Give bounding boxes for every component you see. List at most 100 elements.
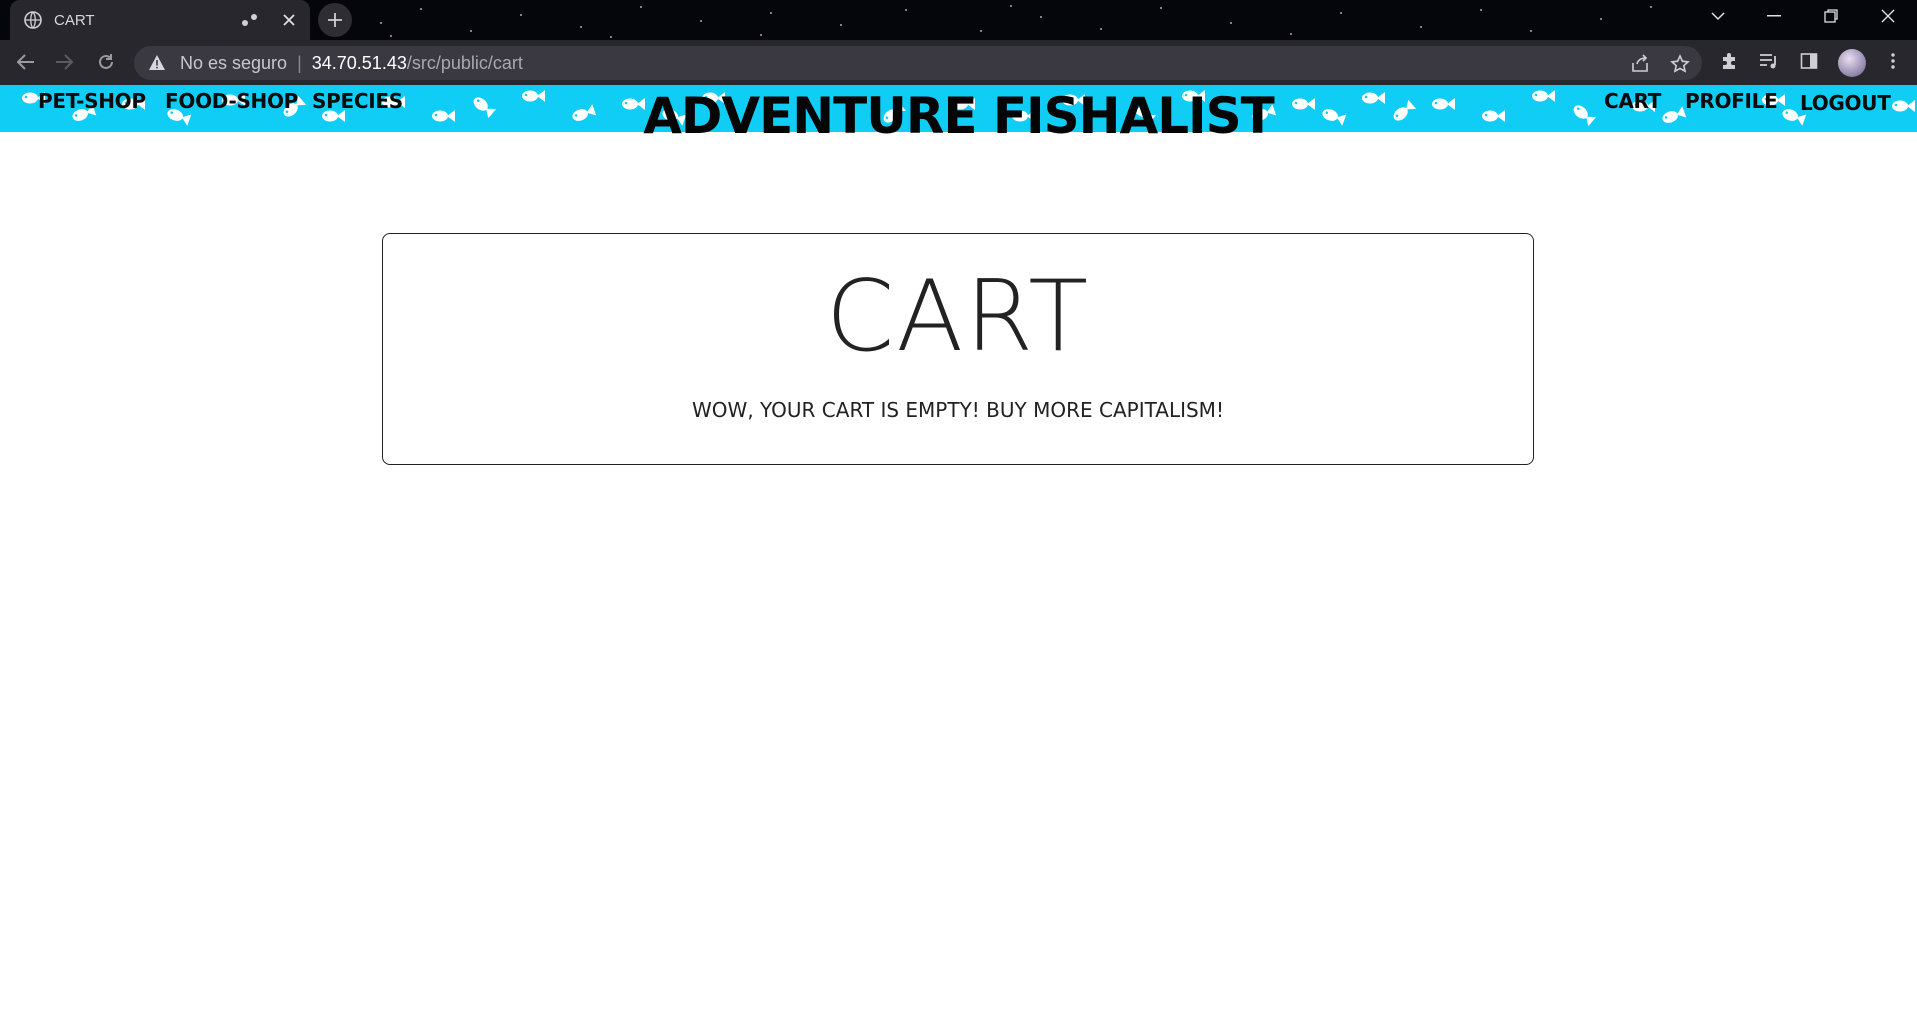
fish-decoration-icon: [1292, 98, 1315, 110]
fish-decoration-icon: [432, 110, 455, 122]
star-decoration: [520, 14, 522, 16]
star-decoration: [1040, 16, 1042, 18]
star-decoration: [1230, 22, 1232, 24]
fish-decoration-icon: [1012, 110, 1035, 122]
warning-icon[interactable]: [148, 54, 166, 72]
minimize-button[interactable]: [1746, 0, 1802, 32]
star-decoration: [640, 6, 642, 8]
star-decoration: [580, 26, 582, 28]
reload-button[interactable]: [94, 50, 118, 74]
star-decoration: [420, 8, 422, 10]
fish-decoration-icon: [1532, 90, 1555, 102]
security-label[interactable]: No es seguro: [180, 53, 287, 74]
star-decoration: [770, 12, 772, 14]
fish-decoration-icon: [952, 98, 975, 110]
fish-decoration-icon: [1322, 109, 1347, 126]
nav-logout[interactable]: LOGOUT: [1800, 91, 1891, 115]
fish-decoration-icon: [1662, 106, 1687, 123]
kebab-menu-icon: [1891, 53, 1895, 69]
arrow-left-icon: [16, 54, 34, 70]
fish-decoration-icon: [702, 92, 725, 104]
fish-decoration-icon: [662, 109, 687, 126]
minimize-icon: [1767, 15, 1781, 17]
restore-button[interactable]: [1803, 0, 1859, 32]
star-decoration: [1160, 7, 1162, 9]
cart-empty-message: WOW, YOUR CART IS EMPTY! BUY MORE CAPITA…: [692, 398, 1224, 422]
new-tab-button[interactable]: [318, 3, 352, 37]
nav-profile[interactable]: PROFILE: [1685, 89, 1778, 113]
fish-decoration-icon: [1062, 94, 1085, 106]
star-decoration: [1010, 5, 1012, 7]
star-decoration: [1420, 26, 1422, 28]
fish-decoration-icon: [1133, 103, 1157, 125]
star-decoration: [1530, 30, 1532, 32]
star-decoration: [760, 34, 762, 36]
fish-decoration-icon: [572, 104, 597, 121]
fish-decoration-icon: [522, 90, 545, 102]
browser-toolbar: No es seguro | 34.70.51.43 /src/public/c…: [0, 40, 1917, 85]
forward-button[interactable]: [52, 50, 76, 74]
star-decoration: [470, 30, 472, 32]
fish-decoration-icon: [883, 101, 907, 123]
url-host: 34.70.51.43: [311, 52, 407, 73]
globe-icon: [24, 11, 42, 29]
close-window-button[interactable]: [1860, 0, 1916, 32]
site-header: PET-SHOP FOOD-SHOP SPECIES CART PROFILE …: [0, 85, 1917, 132]
restore-icon: [1824, 9, 1838, 23]
media-controls-button[interactable]: [1758, 50, 1780, 72]
star-decoration: [1480, 9, 1482, 11]
star-decoration: [1290, 33, 1292, 35]
fish-decoration-icon: [622, 98, 645, 110]
star-decoration: [840, 24, 842, 26]
star-decoration: [1650, 6, 1652, 8]
browser-titlebar: CART: [0, 0, 1917, 40]
playlist-icon: [1760, 54, 1776, 69]
fish-decoration-icon: [1892, 100, 1915, 112]
profile-avatar[interactable]: [1838, 49, 1866, 77]
arrow-right-icon: [56, 54, 74, 70]
address-bar[interactable]: No es seguro | 34.70.51.43 /src/public/c…: [134, 46, 1702, 80]
reload-icon: [99, 54, 113, 69]
close-icon: [1881, 9, 1895, 23]
fish-decoration-icon: [1182, 90, 1205, 102]
side-panel-button[interactable]: [1798, 50, 1820, 72]
star-decoration: [1600, 18, 1602, 20]
close-tab-icon[interactable]: [282, 13, 296, 27]
tab-title: CART: [54, 11, 95, 29]
plus-icon: [328, 13, 342, 27]
fish-decoration-icon: [473, 97, 497, 119]
url-separator: |: [297, 52, 302, 73]
puzzle-icon: [1723, 53, 1735, 69]
side-panel-icon: [1800, 53, 1818, 69]
cart-card: CART WOW, YOUR CART IS EMPTY! BUY MORE C…: [382, 233, 1534, 465]
cart-heading: CART: [825, 260, 1091, 374]
nav-species[interactable]: SPECIES: [312, 89, 403, 113]
share-icon[interactable]: [1630, 54, 1650, 74]
browser-menu-button[interactable]: [1882, 50, 1904, 72]
star-decoration: [905, 9, 907, 11]
fish-decoration-icon: [1432, 98, 1455, 110]
star-decoration: [390, 35, 392, 37]
bookmark-star-icon[interactable]: [1670, 54, 1690, 74]
tab-search-button[interactable]: [1690, 0, 1746, 32]
fish-decoration-icon: [1573, 105, 1597, 127]
chevron-down-icon: [1711, 12, 1725, 21]
star-decoration: [980, 30, 982, 32]
fish-decoration-icon: [1482, 110, 1505, 122]
fish-decoration-icon: [1362, 92, 1385, 104]
star-decoration: [700, 20, 702, 22]
nav-food-shop[interactable]: FOOD-SHOP: [165, 89, 298, 113]
fish-decoration-icon: [1393, 99, 1417, 121]
star-decoration: [1100, 28, 1102, 30]
nav-cart[interactable]: CART: [1604, 89, 1661, 113]
fish-decoration-icon: [1252, 104, 1277, 121]
star-decoration: [380, 22, 382, 24]
url-path: /src/public/cart: [406, 52, 523, 73]
star-decoration: [1340, 12, 1342, 14]
extensions-button[interactable]: [1718, 50, 1740, 72]
browser-tab[interactable]: CART: [10, 0, 310, 40]
media-playing-icon[interactable]: [240, 12, 260, 28]
star-decoration: [610, 36, 612, 38]
back-button[interactable]: [14, 50, 38, 74]
nav-pet-shop[interactable]: PET-SHOP: [38, 89, 146, 113]
